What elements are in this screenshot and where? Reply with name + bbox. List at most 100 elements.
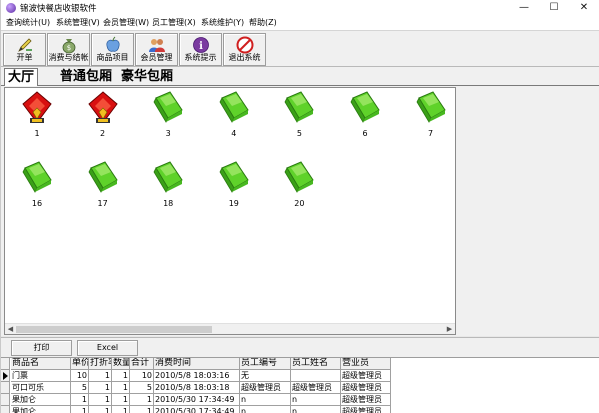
bill-row-header[interactable]	[1, 406, 10, 413]
bill-cell[interactable]: 2010/5/8 18:03:16	[154, 370, 240, 382]
table-tile[interactable]: 20	[279, 158, 319, 218]
table-tile[interactable]: 2	[83, 88, 123, 148]
bill-cell[interactable]: 1	[71, 406, 89, 413]
bill-cell[interactable]: 1	[112, 382, 130, 394]
bill-column-header[interactable]: 员工编号	[240, 358, 291, 370]
minimize-button[interactable]: —	[509, 0, 539, 16]
exit-system-button[interactable]: 退出系统	[223, 33, 266, 66]
print-button[interactable]: 打印	[11, 340, 72, 356]
tab-normal-box[interactable]: 普通包厢	[57, 68, 115, 86]
members-button[interactable]: 会员管理	[135, 33, 178, 66]
menu-query-stats[interactable]: 查询统计(U)	[6, 17, 50, 28]
bill-cell[interactable]: 超级管理员	[341, 394, 391, 406]
bill-cell[interactable]: 1	[71, 394, 89, 406]
bill-cell[interactable]: 1	[89, 394, 112, 406]
free-table-icon	[22, 161, 52, 193]
bill-cell[interactable]: 超级管理员	[291, 382, 341, 394]
bill-column-header[interactable]: 打折率	[89, 358, 112, 370]
products-button[interactable]: 商品项目	[91, 33, 134, 66]
bill-cell[interactable]	[291, 370, 341, 382]
toolbar: 开单 $ 消费与结帐 商品项目 会员管理 i 系统提示 退出系统	[1, 30, 599, 67]
menu-maintenance[interactable]: 系统维护(Y)	[201, 17, 244, 28]
bill-cell[interactable]: 1	[130, 394, 154, 406]
bill-cell[interactable]: 1	[89, 382, 112, 394]
bill-cell[interactable]: 5	[130, 382, 154, 394]
bill-cell[interactable]: 超级管理员	[341, 406, 391, 413]
bill-cell[interactable]: n	[240, 394, 291, 406]
splitter[interactable]	[1, 336, 599, 338]
maximize-button[interactable]: ☐	[539, 0, 569, 16]
bill-cell[interactable]: 果加仑	[11, 394, 71, 406]
consume-checkout-button[interactable]: $ 消费与结帐	[47, 33, 90, 66]
bill-row-header[interactable]	[1, 382, 10, 394]
bill-column-header[interactable]: 员工姓名	[291, 358, 341, 370]
bill-cell[interactable]: 1	[89, 370, 112, 382]
free-table-icon	[153, 91, 183, 123]
bill-cell[interactable]: 10	[130, 370, 154, 382]
close-button[interactable]: ✕	[569, 0, 599, 16]
bill-column-header[interactable]: 数量	[112, 358, 130, 370]
toolbar-label: 系统提示	[184, 53, 217, 62]
free-table-icon	[153, 161, 183, 193]
bill-corner	[1, 358, 10, 370]
new-order-button[interactable]: 开单	[3, 33, 46, 66]
table-tile[interactable]: 19	[214, 158, 254, 218]
bill-cell[interactable]: 1	[112, 370, 130, 382]
bill-cell[interactable]: 超级管理员	[341, 370, 391, 382]
table-tile[interactable]: 18	[148, 158, 188, 218]
bill-cell[interactable]: 可口可乐	[11, 382, 71, 394]
menu-staff-admin[interactable]: 员工管理(X)	[152, 17, 196, 28]
free-table-icon	[219, 161, 249, 193]
table-tile[interactable]: 5	[279, 88, 319, 148]
menu-member-admin[interactable]: 会员管理(W)	[103, 17, 149, 28]
bill-column-header[interactable]: 消费时间	[154, 358, 240, 370]
bill-column-header[interactable]: 单价	[71, 358, 89, 370]
bill-cell[interactable]: 2010/5/30 17:34:49	[154, 406, 240, 413]
scroll-thumb[interactable]	[16, 326, 212, 333]
bill-cell[interactable]: 5	[71, 382, 89, 394]
table-tile[interactable]: 3	[148, 88, 188, 148]
bill-cell[interactable]: 超级管理员	[341, 382, 391, 394]
toolbar-label: 开单	[16, 53, 33, 62]
menu-system-admin[interactable]: 系统管理(V)	[56, 17, 100, 28]
bill-cell[interactable]: n	[240, 406, 291, 413]
table-tile[interactable]: 4	[214, 88, 254, 148]
bill-row-header[interactable]	[1, 394, 10, 406]
bill-cell[interactable]: 超级管理员	[240, 382, 291, 394]
menu-help[interactable]: 帮助(Z)	[249, 17, 277, 28]
table-number: 20	[294, 199, 305, 208]
svg-text:$: $	[66, 44, 70, 52]
table-tile[interactable]: 1	[17, 88, 57, 148]
bill-cell[interactable]: 2010/5/8 18:03:18	[154, 382, 240, 394]
horizontal-scrollbar[interactable]: ◀ ▶	[5, 323, 455, 334]
system-tips-button[interactable]: i 系统提示	[179, 33, 222, 66]
bill-cell[interactable]: 10	[71, 370, 89, 382]
table-number: 17	[97, 199, 108, 208]
bill-cell[interactable]: 果加仑	[11, 406, 71, 413]
bill-column-header[interactable]: 商品名	[11, 358, 71, 370]
bill-cell[interactable]: 1	[112, 394, 130, 406]
bill-cell[interactable]: 门票	[11, 370, 71, 382]
tab-hall[interactable]: 大厅	[4, 68, 39, 86]
scroll-left-icon[interactable]: ◀	[5, 324, 16, 335]
table-tile[interactable]: 17	[83, 158, 123, 218]
excel-export-button[interactable]: Excel	[77, 340, 138, 356]
bill-cell[interactable]: 1	[112, 406, 130, 413]
table-tile[interactable]: 7	[411, 88, 451, 148]
free-table-icon	[88, 161, 118, 193]
tab-deluxe-box[interactable]: 豪华包厢	[118, 68, 176, 86]
bill-cell[interactable]: n	[291, 406, 341, 413]
bill-cell[interactable]: 2010/5/30 17:34:49	[154, 394, 240, 406]
table-grid: 1 2 3 4 5 6 7 16 17 18 19 20	[4, 87, 456, 335]
table-number: 6	[362, 129, 368, 138]
bill-cell[interactable]: 1	[89, 406, 112, 413]
scroll-right-icon[interactable]: ▶	[444, 324, 455, 335]
table-tile[interactable]: 6	[345, 88, 385, 148]
bill-column-header[interactable]: 营业员	[341, 358, 391, 370]
bill-column-header[interactable]: 合计	[130, 358, 154, 370]
bill-cell[interactable]: n	[291, 394, 341, 406]
bill-cell[interactable]: 无	[240, 370, 291, 382]
bill-cell[interactable]: 1	[130, 406, 154, 413]
table-tile[interactable]: 16	[17, 158, 57, 218]
table-number: 16	[31, 199, 43, 208]
